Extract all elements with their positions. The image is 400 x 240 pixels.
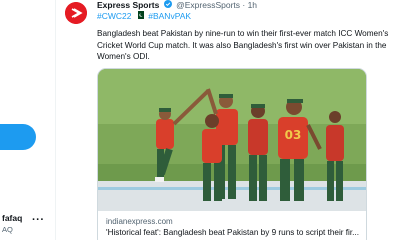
pakistan-flag-icon <box>135 11 144 19</box>
tweet-hashtags: #CWC22 #BANvPAK <box>97 11 191 21</box>
verified-badge-icon <box>163 0 172 8</box>
tweet-header: Express Sports @ExpressSports · 1h <box>97 0 257 10</box>
tweet[interactable]: Express Sports @ExpressSports · 1h #CWC2… <box>56 0 400 240</box>
card-domain[interactable]: indianexpress.com <box>106 217 173 226</box>
cricket-team-photo[interactable]: 03 <box>98 69 367 211</box>
hashtag-link[interactable]: #BANvPAK <box>148 11 191 21</box>
author-name[interactable]: Express Sports <box>97 0 159 10</box>
card-title[interactable]: 'Historical feat': Bangladesh beat Pakis… <box>106 228 364 237</box>
account-more-button[interactable]: ··· <box>32 214 45 226</box>
tweet-text: Bangladesh beat Pakistan by nine-run to … <box>97 29 389 62</box>
link-card[interactable]: 03 indianexpress.com 'Historical feat': … <box>97 68 367 240</box>
account-handle[interactable]: AQ <box>2 225 13 234</box>
express-logo-icon[interactable] <box>65 2 87 24</box>
author-handle[interactable]: @ExpressSports · 1h <box>176 0 257 10</box>
tweet-button[interactable] <box>0 124 36 150</box>
account-name[interactable]: fafaq <box>2 213 22 223</box>
left-sidebar-fragment: fafaq AQ ··· <box>0 0 56 240</box>
jersey-number: 03 <box>285 128 302 142</box>
hashtag-link[interactable]: #CWC22 <box>97 11 131 21</box>
